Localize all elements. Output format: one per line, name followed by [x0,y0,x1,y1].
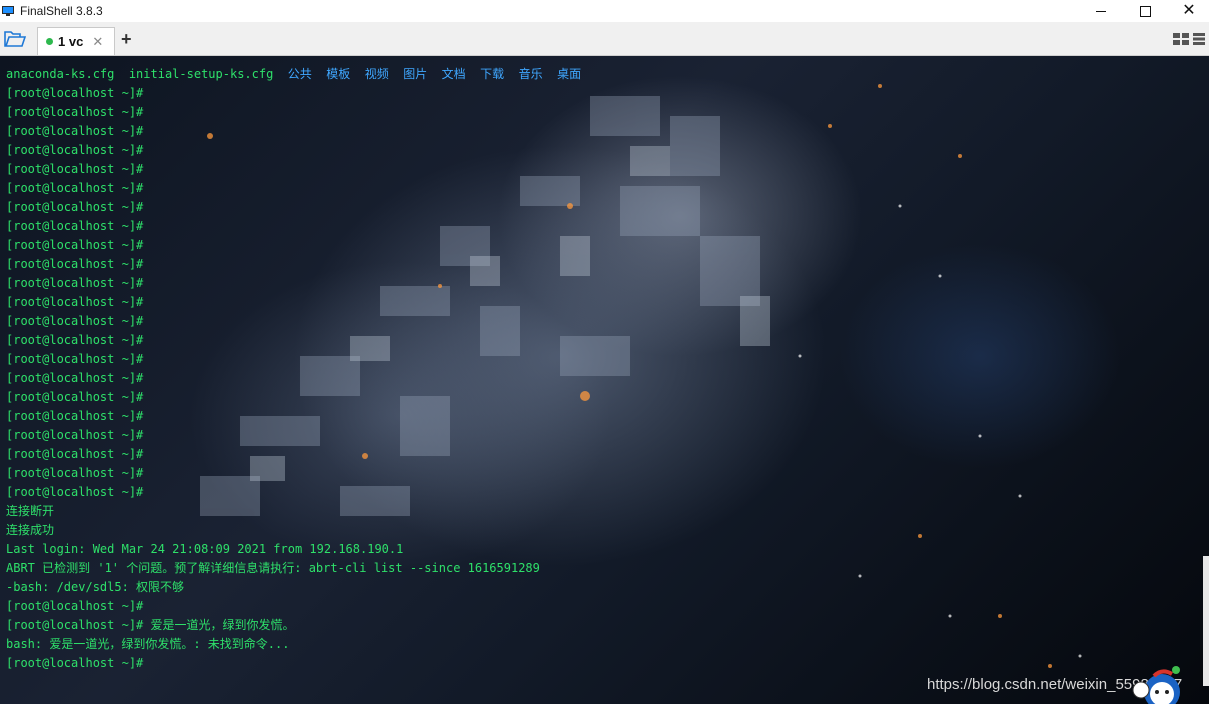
grid-layout-icon[interactable] [1173,33,1189,45]
title-bar: FinalShell 3.8.3 ✕ [0,0,1209,22]
connection-status-dot [46,38,53,45]
terminal-line: [root@localhost ~]# [6,276,144,290]
terminal-scrollbar[interactable] [1203,556,1209,686]
terminal-line: [root@localhost ~]# [6,333,144,347]
terminal-line: [root@localhost ~]# [6,105,144,119]
terminal-line: [root@localhost ~]# [6,200,144,214]
terminal-line: [root@localhost ~]# [6,466,144,480]
minimize-button[interactable] [1078,0,1124,22]
terminal-line: [root@localhost ~]# [6,409,144,423]
app-icon [2,5,14,17]
window-title: FinalShell 3.8.3 [20,4,103,18]
maximize-icon [1139,5,1151,17]
terminal-line: [root@localhost ~]# [6,86,144,100]
folder-icon[interactable] [4,31,26,47]
terminal-line: [root@localhost ~]# [6,314,144,328]
terminal-line: [root@localhost ~]# [6,219,144,233]
terminal-line: [root@localhost ~]# [6,257,144,271]
maximize-button[interactable] [1122,0,1168,22]
mascot-icon [1132,666,1180,704]
ls-output-line: anaconda-ks.cfg initial-setup-ks.cfg 公共 … [6,65,581,84]
terminal-line: [root@localhost ~]# [6,656,144,670]
tab-bar: 1 vc ✕ + [0,22,1209,56]
tab-close-icon[interactable]: ✕ [92,34,103,50]
terminal-line: [root@localhost ~]# [6,371,144,385]
terminal-line: [root@localhost ~]# [6,238,144,252]
ls-entry: anaconda-ks.cfg [6,67,115,81]
add-tab-button[interactable]: + [121,29,132,50]
ls-entry: 桌面 [557,67,582,81]
minimize-icon [1096,10,1106,12]
ls-entry: 图片 [403,67,428,81]
ls-entry: initial-setup-ks.cfg [128,67,274,81]
terminal-line: [root@localhost ~]# [6,428,144,442]
ls-entry: 文档 [441,67,466,81]
terminal-line: [root@localhost ~]# [6,599,144,613]
terminal-panel[interactable]: anaconda-ks.cfg initial-setup-ks.cfg 公共 … [0,56,1209,704]
terminal-line: bash: 爱是一道光，绿到你发慌。: 未找到命令... [6,637,290,651]
terminal-line: [root@localhost ~]# [6,447,144,461]
terminal-line: [root@localhost ~]# [6,124,144,138]
terminal-line: -bash: /dev/sdl5: 权限不够 [6,580,185,594]
terminal-line: [root@localhost ~]# [6,485,144,499]
ls-entry: 公共 [287,67,312,81]
terminal-line: 连接断开 [6,504,55,518]
terminal-line: ABRT 已检测到 '1' 个问题。预了解详细信息请执行: abrt-cli l… [6,561,540,575]
list-layout-icon[interactable] [1193,33,1205,45]
terminal-line: [root@localhost ~]# [6,181,144,195]
close-button[interactable]: ✕ [1166,0,1209,22]
ls-entry: 视频 [364,67,389,81]
terminal-line: [root@localhost ~]# [6,295,144,309]
ls-entry: 模板 [326,67,351,81]
terminal-line: [root@localhost ~]# [6,162,144,176]
ls-entry: 下载 [480,67,505,81]
terminal-line: [root@localhost ~]# 爱是一道光，绿到你发慌。 [6,618,295,632]
tab-session-1[interactable]: 1 vc ✕ [37,27,115,55]
tab-label: 1 vc [58,34,84,49]
terminal-line: Last login: Wed Mar 24 21:08:09 2021 fro… [6,542,404,556]
terminal-line: [root@localhost ~]# [6,352,144,366]
terminal-line: [root@localhost ~]# [6,390,144,404]
close-icon: ✕ [1182,2,1196,19]
terminal-output: anaconda-ks.cfg initial-setup-ks.cfg 公共 … [6,65,581,673]
terminal-line: [root@localhost ~]# [6,143,144,157]
terminal-line: 连接成功 [6,523,55,537]
ls-entry: 音乐 [518,67,543,81]
